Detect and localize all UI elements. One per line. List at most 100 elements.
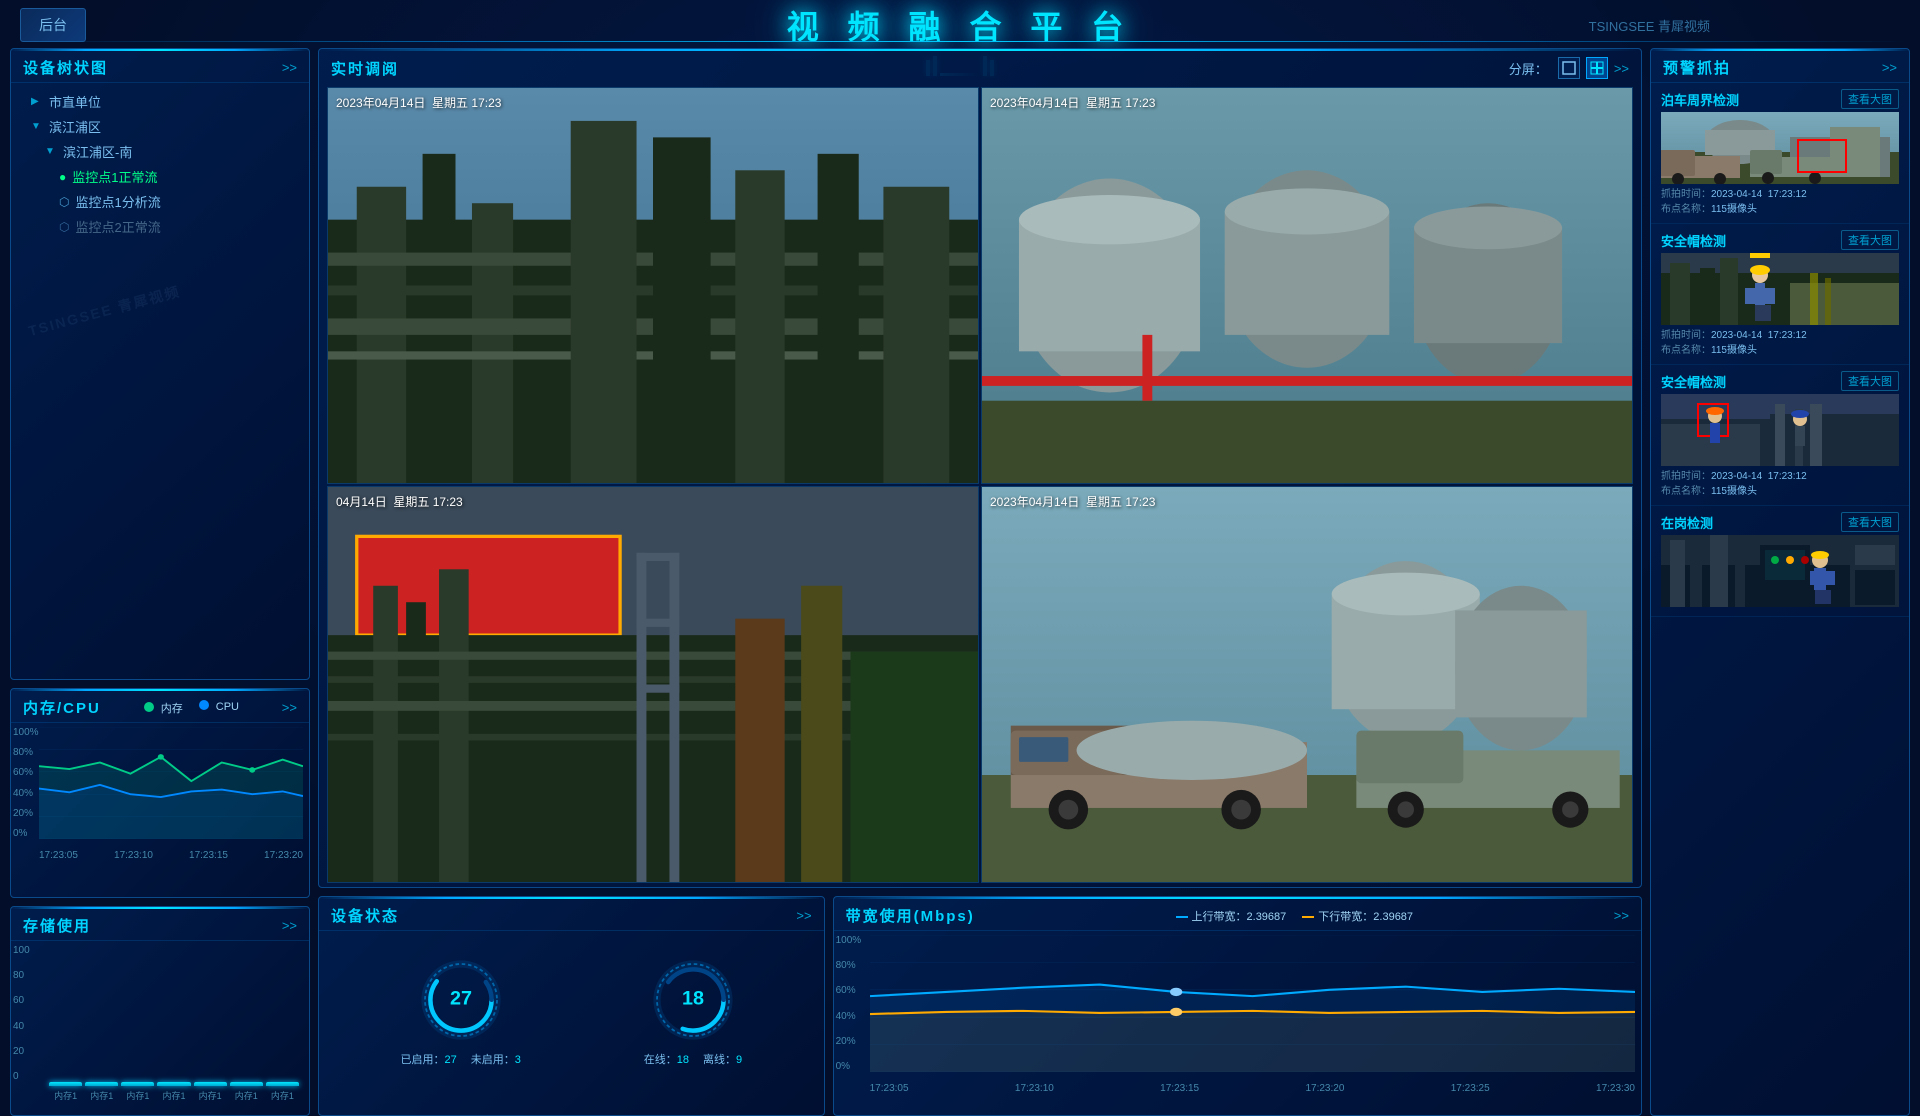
alert-name-4: 在岗检测 — [1661, 513, 1713, 532]
view-btn-4[interactable]: 查看大图 — [1841, 512, 1899, 532]
video-cell-3[interactable]: 04月14日 星期五 17:23 — [327, 486, 979, 883]
middle-column: 实时调阅 分屏： — [318, 48, 1642, 1116]
tree-shield-icon: ⬡ — [59, 195, 69, 209]
bw-svg-area — [870, 935, 1635, 1072]
tree-node-cam2[interactable]: ⬡ 监控点1分析流 — [11, 189, 309, 214]
storage-more[interactable]: >> — [282, 918, 297, 933]
alert-panel: 预警抓拍 >> 泊车周界检测 查看大图 — [1650, 48, 1910, 1116]
alert-item-3: 安全帽检测 查看大图 — [1651, 365, 1909, 506]
tree-label-cam2: 监控点1分析流 — [75, 192, 160, 211]
alert-info-3: 抓拍时间：2023-04-14 17:23:12 布点名称：115摄像头 — [1661, 469, 1899, 499]
tree-node-puqu-nan[interactable]: ▼ 滨江浦区-南 — [11, 139, 309, 164]
tree-arrow-icon: ▶ — [31, 96, 43, 107]
bar-2: 内存1 — [85, 1082, 118, 1102]
tree-node-city[interactable]: ▶ 市直单位 — [11, 89, 309, 114]
bandwidth-more[interactable]: >> — [1614, 908, 1629, 923]
device-tree-more[interactable]: >> — [282, 60, 297, 75]
storage-title: 存储使用 — [23, 915, 91, 936]
cpu-more[interactable]: >> — [282, 700, 297, 715]
split-2x2-btn[interactable] — [1586, 57, 1608, 79]
tree-node-puqu[interactable]: ▼ 滨江浦区 — [11, 114, 309, 139]
gauge-1: 27 已启用：27 未启用：3 — [400, 955, 520, 1067]
bw-y-axis: 100% 80% 60% 40% 20% 0% — [836, 935, 862, 1072]
bar-label: 内存1 — [90, 1089, 113, 1102]
back-button[interactable]: 后台 — [20, 8, 86, 42]
bar-fill — [266, 1082, 299, 1086]
alert-header: 预警抓拍 >> — [1651, 49, 1909, 83]
video-cell-2[interactable]: 2023年04月14日 星期五 17:23 — [981, 87, 1633, 484]
alert-thumb-4 — [1661, 535, 1899, 607]
bandwidth-legend: 上行带宽：2.39687 下行带宽：2.39687 — [1176, 908, 1414, 924]
svg-text:18: 18 — [682, 988, 704, 1010]
memory-dot — [144, 702, 154, 712]
video-timestamp-1: 2023年04月14日 星期五 17:23 — [336, 94, 501, 111]
left-column: 设备树状图 >> ▶ 市直单位 ▼ 滨江浦区 ▼ — [10, 48, 310, 1116]
device-status-more[interactable]: >> — [796, 908, 811, 923]
device-status-title: 设备状态 — [331, 905, 399, 926]
alert-thumb-3 — [1661, 394, 1899, 466]
tree-node-cam1[interactable]: ● 监控点1正常流 — [11, 164, 309, 189]
bar-label: 内存1 — [271, 1089, 294, 1102]
bar-label: 内存1 — [126, 1089, 149, 1102]
bar-fill — [230, 1082, 263, 1086]
gauge-2: 18 在线：18 离线：9 — [644, 955, 742, 1067]
tree-arrow-icon: ▼ — [31, 121, 43, 132]
alert-title: 预警抓拍 — [1663, 57, 1731, 78]
cpu-chart: 100% 80% 60% 40% 20% 0% — [11, 723, 309, 863]
cpu-legend: 内存 CPU — [144, 700, 239, 716]
cpu-panel: 内存/CPU 内存 CPU >> — [10, 688, 310, 898]
video-cell-4[interactable]: 2023年04月14日 星期五 17:23 — [981, 486, 1633, 883]
tree-label-puqu: 滨江浦区 — [49, 117, 101, 136]
alert-item-3-header: 安全帽检测 查看大图 — [1661, 371, 1899, 391]
split-1x1-btn[interactable] — [1558, 57, 1580, 79]
tree-arrow-icon: ▼ — [45, 146, 57, 157]
realtime-header: 实时调阅 分屏： — [319, 49, 1641, 83]
tree-active-icon: ● — [59, 170, 66, 184]
tree-label-city: 市直单位 — [49, 92, 101, 111]
cpu-x-axis: 17:23:05 17:23:10 17:23:15 17:23:20 — [39, 850, 303, 861]
gauge-1-stats: 已启用：27 未启用：3 — [400, 1051, 520, 1067]
storage-bars: 内存1 内存1 内存1 内存1 — [49, 972, 299, 1102]
video-timestamp-2: 2023年04月14日 星期五 17:23 — [990, 94, 1155, 111]
view-btn-2[interactable]: 查看大图 — [1841, 230, 1899, 250]
bar-7: 内存1 — [266, 1082, 299, 1102]
view-btn-1[interactable]: 查看大图 — [1841, 89, 1899, 109]
bar-label: 内存1 — [162, 1089, 185, 1102]
device-status-header: 设备状态 >> — [319, 897, 824, 931]
tree-label-cam3: 监控点2正常流 — [75, 217, 160, 236]
watermark: TSINGSEE 青犀视频 — [26, 281, 183, 341]
bandwidth-header: 带宽使用(Mbps) 上行带宽：2.39687 下行带宽：2.39687 >> — [834, 897, 1641, 931]
cpu-svg-area — [39, 727, 303, 839]
tree-label-puqu-nan: 滨江浦区-南 — [63, 142, 132, 161]
gauges-area: 27 已启用：27 未启用：3 — [319, 931, 824, 1091]
realtime-more[interactable]: >> — [1614, 61, 1629, 76]
alert-thumb-2 — [1661, 253, 1899, 325]
bandwidth-title: 带宽使用(Mbps) — [846, 905, 975, 926]
storage-panel: 存储使用 >> 100 80 60 40 20 0 — [10, 906, 310, 1116]
video-cell-1[interactable]: 2023年04月14日 星期五 17:23 — [327, 87, 979, 484]
right-column: 预警抓拍 >> 泊车周界检测 查看大图 — [1650, 48, 1910, 1116]
memory-label: 内存 — [161, 703, 183, 715]
split-controls: 分屏： >> — [1509, 57, 1629, 79]
alert-info-2: 抓拍时间：2023-04-14 17:23:12 布点名称：115摄像头 — [1661, 328, 1899, 358]
alert-item-2-header: 安全帽检测 查看大图 — [1661, 230, 1899, 250]
split-label: 分屏： — [1509, 59, 1548, 78]
bar-label: 内存1 — [54, 1089, 77, 1102]
realtime-title: 实时调阅 — [331, 58, 399, 79]
view-btn-3[interactable]: 查看大图 — [1841, 371, 1899, 391]
alert-name-2: 安全帽检测 — [1661, 231, 1726, 250]
alert-info-1: 抓拍时间：2023-04-14 17:23:12 布点名称：115摄像头 — [1661, 187, 1899, 217]
bar-1: 内存1 — [49, 1082, 82, 1102]
gauge-svg-1: 27 — [416, 955, 506, 1045]
tree-label-cam1: 监控点1正常流 — [72, 167, 157, 186]
tree-node-cam3[interactable]: ⬡ 监控点2正常流 — [11, 214, 309, 239]
alert-item-1-header: 泊车周界检测 查看大图 — [1661, 89, 1899, 109]
bar-5: 内存1 — [194, 1082, 227, 1102]
bandwidth-chart: 100% 80% 60% 40% 20% 0% — [834, 931, 1641, 1096]
alert-item-4: 在岗检测 查看大图 — [1651, 506, 1909, 617]
bar-fill — [121, 1082, 154, 1086]
video-timestamp-4: 2023年04月14日 星期五 17:23 — [990, 493, 1155, 510]
alert-more[interactable]: >> — [1882, 60, 1897, 75]
header: 后台 视 频 融 合 平 台 TSINGSEE 青犀视频 — [10, 8, 1910, 42]
video-grid: 2023年04月14日 星期五 17:23 — [319, 83, 1641, 887]
